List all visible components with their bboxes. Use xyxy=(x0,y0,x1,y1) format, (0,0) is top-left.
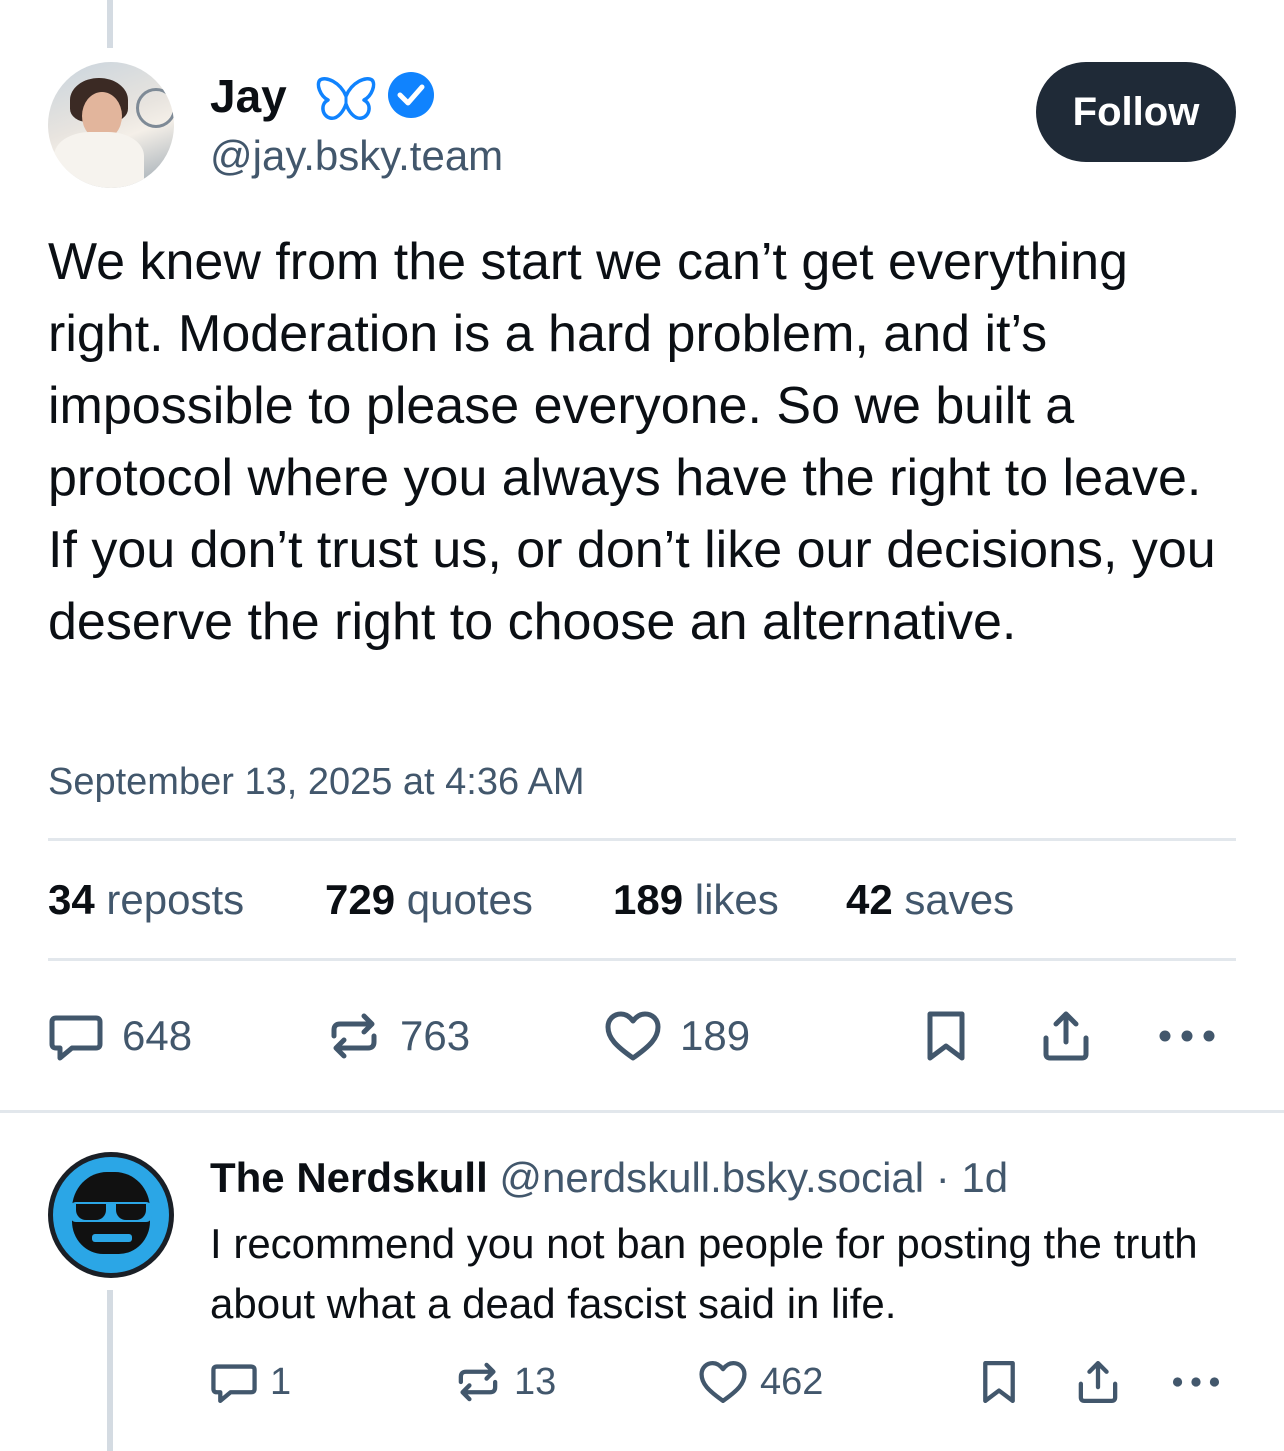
butterfly-icon xyxy=(316,77,376,120)
reply-text: I recommend you not ban people for posti… xyxy=(210,1220,1198,1327)
post-actions: 648 763 189 xyxy=(48,1004,1236,1068)
reply-count: 648 xyxy=(122,1012,193,1059)
repost-button[interactable]: 763 xyxy=(326,1004,470,1068)
quotes-stat[interactable]: 729 quotes xyxy=(325,872,533,928)
likes-stat[interactable]: 189 likes xyxy=(613,872,779,928)
share-button[interactable] xyxy=(1038,1004,1094,1068)
like-icon xyxy=(699,1361,747,1403)
reply-share-button[interactable] xyxy=(1074,1356,1122,1408)
reply-icon xyxy=(211,1364,257,1403)
reply-like-count: 462 xyxy=(760,1360,824,1403)
bookmark-icon xyxy=(927,1011,965,1061)
author-avatar[interactable] xyxy=(48,62,174,188)
divider xyxy=(0,1110,1284,1113)
reply-author-avatar[interactable] xyxy=(48,1152,174,1278)
reply-reply-count: 1 xyxy=(270,1360,292,1403)
follow-button[interactable]: Follow xyxy=(1036,62,1236,162)
reply-author-name[interactable]: The Nerdskull xyxy=(210,1154,488,1201)
bookmark-button[interactable] xyxy=(922,1004,970,1068)
thread-line-bottom xyxy=(107,1290,113,1451)
reply-header: The Nerdskull @nerdskull.bsky.social · 1… xyxy=(210,1150,1008,1206)
share-icon xyxy=(1078,1361,1118,1403)
reply-icon xyxy=(49,1015,103,1061)
post-text: We knew from the start we can’t get ever… xyxy=(48,233,1216,651)
reply-bookmark-button[interactable] xyxy=(978,1356,1020,1408)
like-icon xyxy=(605,1011,661,1061)
divider xyxy=(48,838,1236,841)
author-handle[interactable]: @jay.bsky.team xyxy=(210,128,503,184)
repost-count: 763 xyxy=(400,1012,471,1059)
divider xyxy=(48,958,1236,961)
reply-author-meta[interactable]: @nerdskull.bsky.social · 1d xyxy=(499,1154,1008,1201)
repost-icon xyxy=(458,1362,498,1402)
reply-repost-count: 13 xyxy=(514,1360,557,1403)
like-count: 189 xyxy=(680,1012,751,1059)
saves-stat[interactable]: 42 saves xyxy=(846,872,1014,928)
bookmark-icon xyxy=(983,1361,1015,1403)
post-header: Jay @jay.bsky.team Follow xyxy=(48,62,1236,188)
reply-actions: 1 13 462 xyxy=(210,1356,1230,1408)
post-timestamp[interactable]: September 13, 2025 at 4:36 AM xyxy=(48,756,585,808)
share-icon xyxy=(1043,1011,1089,1061)
reply-button[interactable]: 648 xyxy=(48,1004,192,1068)
verified-badge-icon xyxy=(388,72,434,118)
author-name[interactable]: Jay xyxy=(210,66,287,126)
reposts-stat[interactable]: 34 reposts xyxy=(48,872,244,928)
more-icon xyxy=(1159,1030,1215,1042)
more-icon xyxy=(1172,1377,1220,1387)
thread-line-top xyxy=(107,0,113,48)
like-button[interactable]: 189 xyxy=(604,1004,750,1068)
reply-more-options-button[interactable] xyxy=(1170,1356,1222,1408)
more-options-button[interactable] xyxy=(1156,1004,1218,1068)
reply-like-button[interactable]: 462 xyxy=(698,1356,823,1408)
reply-reply-button[interactable]: 1 xyxy=(210,1356,291,1408)
repost-icon xyxy=(331,1013,377,1059)
reply-repost-button[interactable]: 13 xyxy=(454,1356,556,1408)
